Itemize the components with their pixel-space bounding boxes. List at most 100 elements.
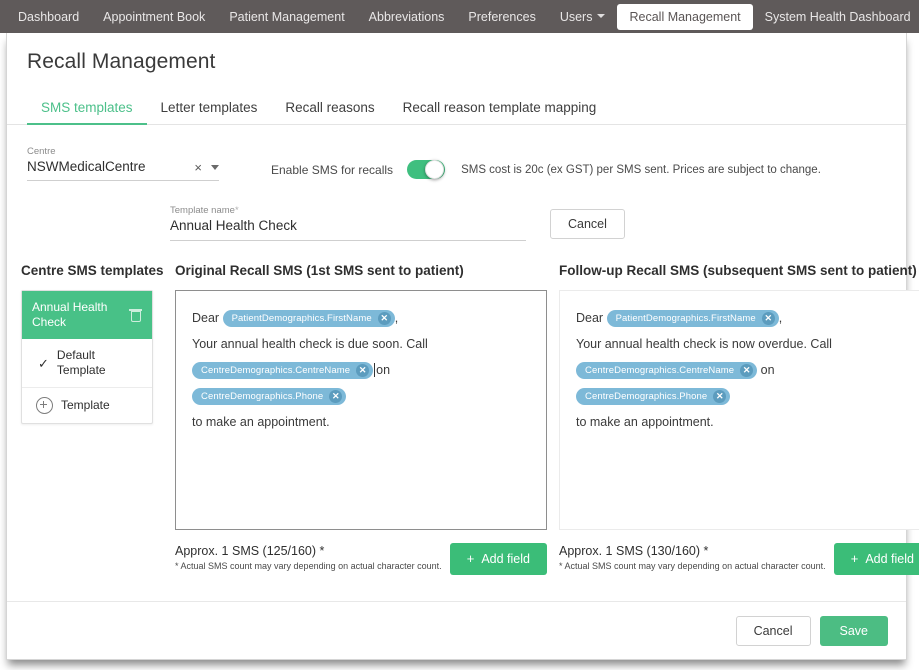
chip-label: CentreDemographics.Phone: [585, 391, 708, 403]
original-sms-editor[interactable]: Dear PatientDemographics.FirstName ✕, You…: [175, 290, 547, 530]
tab-label: Recall reason template mapping: [402, 100, 597, 115]
nav-item-preferences[interactable]: Preferences: [456, 4, 547, 30]
template-name-row: Template name* Annual Health Check Cance…: [7, 205, 906, 241]
centre-toggle-row: Centre NSWMedicalCentre × Enable SMS for…: [7, 125, 906, 181]
template-name-label: Template name*: [170, 205, 526, 217]
tab-sms-templates[interactable]: SMS templates: [27, 100, 147, 125]
chip-centre-phone[interactable]: CentreDemographics.Phone ✕: [576, 388, 731, 406]
nav-label: Patient Management: [229, 9, 345, 24]
original-sms-column: Original Recall SMS (1st SMS sent to pat…: [175, 263, 547, 575]
enable-sms-label: Enable SMS for recalls: [271, 162, 394, 177]
trash-icon[interactable]: [129, 308, 142, 322]
chip-remove-icon[interactable]: ✕: [356, 364, 370, 378]
top-navigation-bar: Dashboard Appointment Book Patient Manag…: [0, 0, 919, 33]
clear-icon[interactable]: ×: [194, 161, 202, 174]
enable-sms-group: Enable SMS for recalls SMS cost is 20c (…: [271, 160, 821, 181]
template-item-label: Annual Health Check: [32, 300, 108, 329]
nav-item-abbreviations[interactable]: Abbreviations: [357, 4, 457, 30]
cancel-button[interactable]: Cancel: [735, 616, 811, 646]
line-mid-text: on: [760, 363, 775, 377]
line-suffix: ,: [778, 311, 783, 325]
followup-sms-heading: Follow-up Recall SMS (subsequent SMS sen…: [559, 263, 917, 278]
nav-label: Appointment Book: [103, 9, 206, 24]
centre-templates-heading: Centre SMS templates: [21, 263, 164, 278]
template-item-label: Default Template: [56, 348, 106, 377]
original-sms-footer: Approx. 1 SMS (125/160) * * Actual SMS c…: [175, 543, 547, 575]
chip-centre-name[interactable]: CentreDemographics.CentreName ✕: [576, 362, 758, 380]
centre-templates-column: Centre SMS templates Annual Health Check…: [21, 263, 167, 575]
chip-patient-firstname[interactable]: PatientDemographics.FirstName ✕: [606, 310, 779, 328]
tab-label: Letter templates: [160, 100, 258, 115]
chip-remove-icon[interactable]: ✕: [329, 390, 343, 404]
centre-label: Centre: [27, 146, 56, 157]
chip-remove-icon[interactable]: ✕: [740, 364, 754, 378]
tab-bar: SMS templates Letter templates Recall re…: [7, 92, 906, 125]
tab-recall-reason-template-mapping[interactable]: Recall reason template mapping: [389, 100, 611, 124]
chip-centre-name[interactable]: CentreDemographics.CentreName ✕: [192, 362, 374, 380]
template-item-label: Template: [61, 398, 110, 412]
nav-item-recall-management[interactable]: Recall Management: [617, 3, 753, 30]
original-sms-count-note: * Actual SMS count may vary depending on…: [175, 561, 442, 571]
chip-label: PatientDemographics.FirstName: [231, 313, 372, 325]
original-sms-line-4: to make an appointment.: [192, 415, 330, 429]
content-card: Recall Management SMS templates Letter t…: [6, 33, 919, 660]
chip-label: CentreDemographics.CentreName: [585, 365, 735, 377]
nav-item-system-health-dashboard[interactable]: System Health Dashboard: [753, 4, 919, 30]
chip-label: PatientDemographics.FirstName: [615, 313, 756, 325]
template-cancel-button[interactable]: Cancel: [550, 209, 625, 239]
centre-select[interactable]: Centre NSWMedicalCentre ×: [27, 146, 219, 181]
template-name-value: Annual Health Check: [170, 218, 297, 233]
tab-letter-templates[interactable]: Letter templates: [147, 100, 272, 124]
line-mid-text: on: [376, 363, 391, 377]
original-sms-line-1: Dear PatientDemographics.FirstName ✕,: [192, 305, 530, 331]
chevron-down-icon: [597, 14, 606, 19]
line-suffix: ,: [394, 311, 399, 325]
line-text: Dear: [576, 311, 604, 325]
plus-icon: +: [466, 551, 475, 566]
enable-sms-toggle[interactable]: [407, 160, 446, 179]
followup-sms-count-note: * Actual SMS count may vary depending on…: [559, 561, 826, 571]
original-sms-count-group: Approx. 1 SMS (125/160) * * Actual SMS c…: [175, 543, 442, 573]
sms-cost-note: SMS cost is 20c (ex GST) per SMS sent. P…: [461, 163, 821, 176]
chip-label: CentreDemographics.Phone: [201, 391, 324, 403]
chip-remove-icon[interactable]: ✕: [713, 390, 727, 404]
original-add-field-button[interactable]: + Add field: [449, 543, 547, 575]
chip-patient-firstname[interactable]: PatientDemographics.FirstName ✕: [222, 310, 395, 328]
add-field-label: Add field: [865, 552, 914, 566]
nav-label: Users: [559, 9, 593, 24]
followup-sms-column: Follow-up Recall SMS (subsequent SMS sen…: [559, 263, 919, 575]
template-list-item-annual-health-check[interactable]: Annual Health Check: [22, 291, 152, 339]
chevron-down-icon[interactable]: [211, 164, 219, 170]
chip-centre-phone[interactable]: CentreDemographics.Phone ✕: [192, 388, 347, 406]
tab-label: SMS templates: [41, 100, 133, 115]
nav-label: Preferences: [468, 9, 536, 24]
followup-sms-line-3: CentreDemographics.CentreName ✕ on Centre…: [576, 357, 914, 409]
required-marker: *: [234, 205, 239, 216]
nav-item-patient-management[interactable]: Patient Management: [217, 4, 356, 30]
templates-area: Centre SMS templates Annual Health Check…: [7, 241, 919, 575]
nav-label: System Health Dashboard: [764, 9, 911, 24]
app-window: Dashboard Appointment Book Patient Manag…: [0, 0, 919, 670]
nav-item-dashboard[interactable]: Dashboard: [6, 4, 91, 30]
followup-sms-count: Approx. 1 SMS (130/160) *: [559, 544, 709, 558]
chip-remove-icon[interactable]: ✕: [377, 312, 391, 326]
followup-sms-line-4: to make an appointment.: [576, 415, 714, 429]
followup-sms-line-2: Your annual health check is now overdue.…: [576, 337, 832, 351]
followup-add-field-button[interactable]: + Add field: [833, 543, 919, 575]
followup-sms-count-group: Approx. 1 SMS (130/160) * * Actual SMS c…: [559, 543, 826, 573]
centre-value: NSWMedicalCentre: [27, 159, 146, 174]
template-list-item-default-template[interactable]: ✓ Default Template: [22, 339, 152, 388]
original-sms-line-3: CentreDemographics.CentreName ✕ on CentreD…: [192, 357, 530, 409]
tab-recall-reasons[interactable]: Recall reasons: [271, 100, 388, 124]
template-list-item-add-template[interactable]: Template: [22, 388, 152, 423]
original-sms-line-2: Your annual health check is due soon. Ca…: [192, 337, 428, 351]
line-text: Dear: [192, 311, 220, 325]
followup-sms-editor[interactable]: Dear PatientDemographics.FirstName ✕, You…: [559, 290, 919, 530]
save-button[interactable]: Save: [819, 616, 888, 646]
chip-remove-icon[interactable]: ✕: [761, 312, 775, 326]
nav-item-users[interactable]: Users: [548, 4, 618, 30]
followup-sms-footer: Approx. 1 SMS (130/160) * * Actual SMS c…: [559, 543, 919, 575]
nav-item-appointment-book[interactable]: Appointment Book: [91, 4, 217, 30]
template-name-input[interactable]: Template name* Annual Health Check: [170, 205, 526, 241]
toggle-knob: [425, 160, 445, 179]
